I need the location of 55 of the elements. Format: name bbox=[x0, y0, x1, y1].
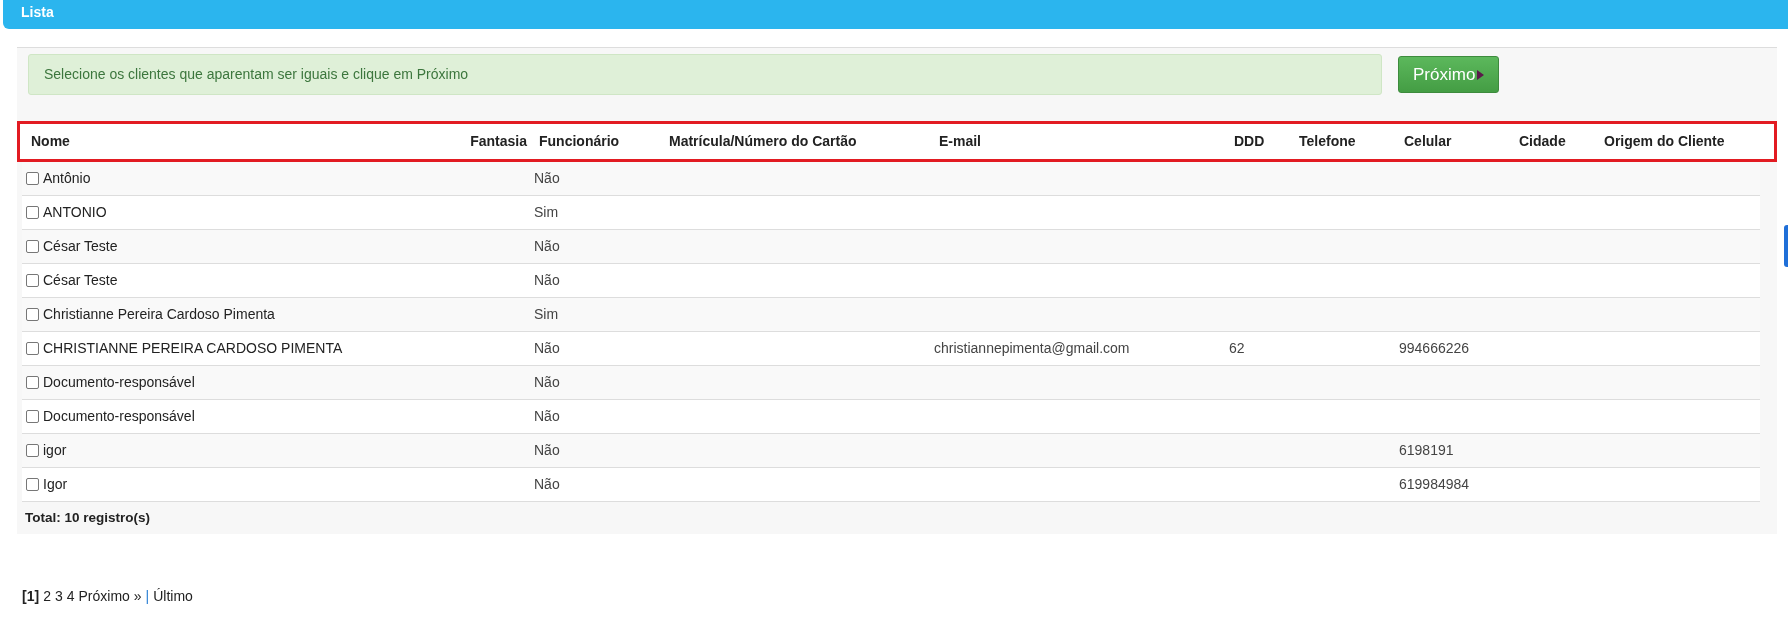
client-name: CHRISTIANNE PEREIRA CARDOSO PIMENTA bbox=[43, 340, 343, 356]
table-cell: Sim bbox=[534, 306, 559, 322]
column-header: Celular bbox=[1403, 132, 1453, 151]
column-header: DDD bbox=[1233, 132, 1266, 151]
row-checkbox[interactable] bbox=[26, 240, 39, 253]
next-link[interactable]: Próximo » bbox=[78, 586, 142, 608]
client-name: Igor bbox=[43, 476, 68, 492]
panel-title: Lista bbox=[21, 4, 54, 20]
column-header: Cidade bbox=[1518, 132, 1567, 151]
caret-icon bbox=[1477, 69, 1485, 80]
column-header: Matrícula/Número do Cartão bbox=[668, 132, 858, 151]
row-checkbox[interactable] bbox=[26, 444, 39, 457]
table-cell: Sim bbox=[534, 204, 559, 220]
client-name: ANTONIO bbox=[43, 204, 107, 220]
row-checkbox[interactable] bbox=[26, 172, 39, 185]
table-cell: christiannepimenta@gmail.com bbox=[934, 340, 1130, 356]
column-header: Nome bbox=[30, 132, 71, 151]
row-checkbox[interactable] bbox=[26, 308, 39, 321]
separator: | bbox=[145, 587, 150, 607]
table-cell: Não bbox=[534, 272, 560, 288]
column-header: Funcionário bbox=[538, 132, 621, 151]
current-page: [1] bbox=[22, 587, 40, 607]
row-checkbox[interactable] bbox=[26, 274, 39, 287]
row-checkbox[interactable] bbox=[26, 206, 39, 219]
column-header: E-mail bbox=[938, 132, 982, 151]
table-cell: 62 bbox=[1229, 340, 1245, 356]
page-link[interactable]: 3 bbox=[54, 586, 63, 608]
table-cell: Não bbox=[534, 408, 560, 424]
instruction-alert: Selecione os clientes que aparentam ser iguais e clique em Próximo bbox=[28, 54, 1382, 95]
client-name: César Teste bbox=[43, 272, 118, 288]
table-cell: Não bbox=[534, 238, 560, 254]
client-name: Documento-responsável bbox=[43, 374, 195, 390]
table-cell: Não bbox=[534, 374, 560, 390]
row-checkbox[interactable] bbox=[26, 478, 39, 491]
client-name: Antônio bbox=[43, 170, 91, 186]
column-header: Origem do Cliente bbox=[1603, 132, 1726, 151]
column-header: Fantasia bbox=[469, 132, 528, 151]
table-cell: Não bbox=[534, 340, 560, 356]
table-cell: 994666226 bbox=[1399, 340, 1470, 356]
column-header: Telefone bbox=[1298, 132, 1357, 151]
last-link[interactable]: Último bbox=[153, 586, 193, 608]
client-name: Christianne Pereira Cardoso Pimenta bbox=[43, 306, 275, 322]
table-cell: Não bbox=[534, 442, 560, 458]
table-cell: 619984984 bbox=[1399, 476, 1470, 492]
row-checkbox[interactable] bbox=[26, 376, 39, 389]
client-name: igor bbox=[43, 442, 67, 458]
table-cell: Não bbox=[534, 476, 560, 492]
row-checkbox[interactable] bbox=[26, 342, 39, 355]
table-cell: Não bbox=[534, 170, 560, 186]
page-link[interactable]: 2 bbox=[43, 586, 51, 608]
client-name: César Teste bbox=[43, 238, 118, 254]
row-checkbox[interactable] bbox=[26, 410, 39, 423]
table-cell: 6198191 bbox=[1399, 442, 1454, 458]
page-link[interactable]: 4 bbox=[66, 586, 75, 608]
client-name: Documento-responsável bbox=[43, 408, 195, 424]
